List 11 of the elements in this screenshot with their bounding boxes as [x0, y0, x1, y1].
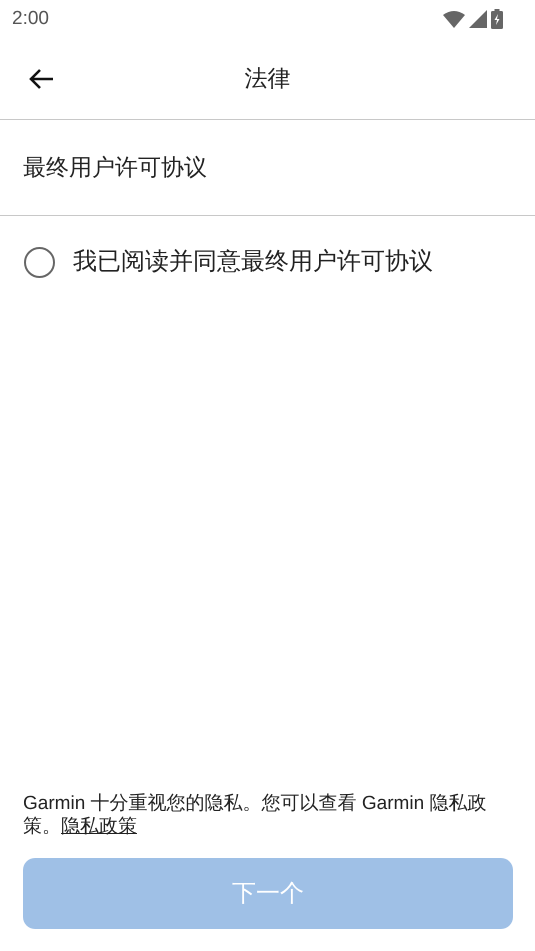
- status-time: 2:00: [12, 6, 49, 31]
- back-arrow-icon: [28, 68, 54, 90]
- agreement-radio[interactable]: [24, 246, 55, 278]
- privacy-policy-link[interactable]: 隐私政策: [61, 816, 137, 837]
- signal-icon: [469, 10, 487, 28]
- wifi-icon: [443, 10, 465, 28]
- agreement-label[interactable]: 我已阅读并同意最终用户许可协议: [73, 244, 433, 280]
- document-link[interactable]: 最终用户许可协议: [23, 150, 207, 185]
- page-title: 法律: [244, 64, 290, 94]
- privacy-notice: Garmin 十分重视您的隐私。您可以查看 Garmin 隐私政策。隐私政策: [23, 792, 488, 838]
- battery-icon: [491, 9, 503, 29]
